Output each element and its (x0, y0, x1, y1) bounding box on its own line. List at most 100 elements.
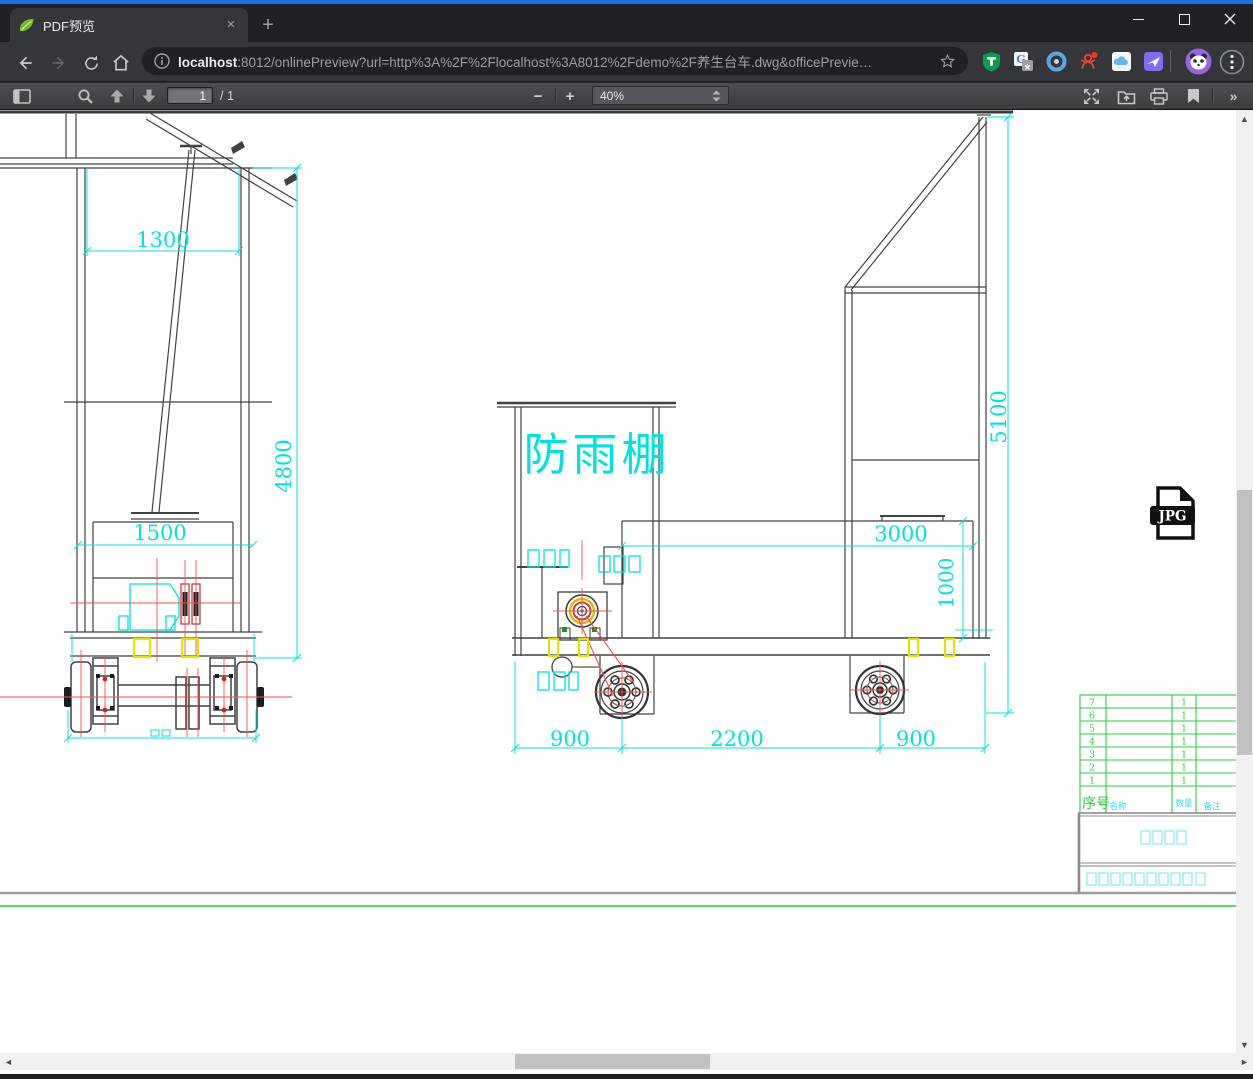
dimension-900-left: 900 (550, 727, 590, 751)
back-button[interactable] (12, 50, 38, 76)
page-down-button[interactable] (138, 87, 160, 105)
vertical-scrollbar[interactable]: ▲ ▼ (1236, 110, 1253, 1053)
scroll-left-arrow[interactable]: ◄ (0, 1053, 17, 1070)
row-qty: 1 (1181, 724, 1187, 735)
row-qty: 1 (1181, 763, 1187, 774)
header-qty: 数量 (1175, 798, 1193, 809)
extension-tampermonkey[interactable] (981, 51, 1002, 72)
row-index: 5 (1089, 724, 1095, 735)
row-qty: 1 (1181, 750, 1187, 761)
spring-leaf-favicon (19, 18, 34, 31)
more-tools-button[interactable]: » (1222, 87, 1244, 105)
select-spinner-icon (712, 90, 721, 101)
window-minimize-button[interactable] (1115, 6, 1161, 32)
extension-translate[interactable]: G (1013, 51, 1034, 72)
window-maximize-button[interactable] (1161, 6, 1207, 32)
jpg-file-icon: JPG (1150, 486, 1195, 540)
sidebar-icon (13, 88, 31, 104)
title-text-placeholders (1086, 830, 1206, 886)
row-qty: 1 (1181, 737, 1187, 748)
browser-tab[interactable]: PDF预览 × (10, 8, 248, 42)
title-block: 7 6 5 4 3 2 1 1 1 1 1 1 1 1 序号 名称 数量 备注 (1077, 694, 1236, 893)
translate-icon: G (1014, 52, 1033, 71)
address-bar[interactable]: localhost:8012/onlinePreview?url=http%3A… (142, 47, 968, 75)
site-info-icon[interactable] (154, 53, 170, 69)
side-view: 防雨棚 3000 1000 5100 900 2200 900 (497, 112, 1014, 754)
open-file-icon (1117, 90, 1135, 104)
row-index: 6 (1089, 711, 1095, 722)
fullscreen-icon (1083, 88, 1099, 104)
print-button[interactable] (1147, 87, 1171, 105)
red-figure-icon (1080, 52, 1098, 70)
extension-red-figure[interactable] (1078, 51, 1099, 72)
minimize-icon (1132, 18, 1144, 20)
row-index: 7 (1089, 698, 1095, 709)
dimension-1500: 1500 (133, 521, 186, 545)
cloud-icon (1112, 52, 1131, 71)
reload-button[interactable] (78, 50, 104, 76)
panda-avatar-icon (1185, 48, 1212, 75)
tab-close-icon[interactable]: × (222, 16, 240, 34)
extension-ring[interactable] (1046, 51, 1067, 72)
dimension-1000: 1000 (934, 558, 958, 609)
pdf-page: 1300 1500 4800 防雨棚 3000 1000 5100 900 22… (0, 110, 1236, 1053)
row-qty: 1 (1181, 776, 1187, 787)
zoom-out-button[interactable]: − (528, 87, 548, 105)
row-qty: 1 (1181, 711, 1187, 722)
dimension-3000: 3000 (874, 522, 927, 546)
bird-icon (1144, 52, 1163, 71)
open-file-button[interactable] (1114, 87, 1138, 105)
zoom-in-button[interactable]: + (560, 87, 580, 105)
window-bottom-edge (0, 1074, 1253, 1079)
find-button[interactable] (74, 87, 96, 105)
url-host: localhost (178, 55, 238, 70)
dimension-900-right: 900 (896, 727, 936, 751)
row-index: 3 (1089, 750, 1095, 761)
horizontal-scrollbar[interactable]: ◄ ► (0, 1053, 1253, 1070)
toggle-sidebar-button[interactable] (11, 87, 33, 105)
scroll-down-arrow[interactable]: ▼ (1236, 1036, 1253, 1053)
toolbar-divider (1170, 50, 1171, 72)
scroll-up-arrow[interactable]: ▲ (1236, 110, 1253, 127)
toolbar-divider (133, 88, 135, 103)
jpg-label: JPG (1157, 509, 1186, 525)
front-view: 1300 1500 4800 (0, 112, 302, 743)
page-number-input[interactable] (167, 87, 213, 104)
url-path: :8012/onlinePreview?url=http%3A%2F%2Floc… (237, 55, 873, 70)
forward-button[interactable] (46, 50, 72, 76)
shield-icon (983, 52, 1000, 72)
kebab-menu-icon (1219, 49, 1245, 75)
extension-bird[interactable] (1143, 51, 1164, 72)
dimension-5100: 5100 (987, 390, 1011, 443)
header-index: 序号 (1082, 796, 1110, 812)
row-qty: 1 (1181, 698, 1187, 709)
forward-arrow-icon (52, 56, 65, 70)
arrow-up-icon (110, 89, 124, 103)
back-arrow-icon (19, 56, 32, 70)
page-up-button[interactable] (106, 87, 128, 105)
search-icon (78, 89, 93, 104)
bookmark-icon (1187, 89, 1199, 103)
vertical-scrollbar-thumb[interactable] (1237, 490, 1252, 755)
page-count-label: / 1 (220, 89, 234, 103)
extension-cloud[interactable] (1111, 51, 1132, 72)
zoom-value: 40% (600, 88, 625, 103)
browser-window: PDF预览 × + localhost:8012/onlinePreview?u… (0, 0, 1253, 1079)
horizontal-scrollbar-thumb[interactable] (515, 1054, 710, 1069)
bookmark-star-icon[interactable] (939, 53, 956, 70)
header-note: 备注 (1203, 801, 1221, 812)
row-index: 2 (1089, 763, 1095, 774)
zoom-select[interactable]: 40% (592, 86, 729, 105)
browser-menu-button[interactable] (1219, 49, 1245, 80)
profile-avatar[interactable] (1185, 48, 1212, 80)
arrow-down-icon (142, 89, 156, 103)
window-close-button[interactable] (1207, 6, 1253, 32)
new-tab-button[interactable]: + (256, 14, 280, 38)
row-index: 4 (1089, 737, 1095, 748)
current-view-button[interactable] (1182, 87, 1204, 105)
row-index: 1 (1089, 776, 1095, 787)
scroll-right-arrow[interactable]: ► (1236, 1053, 1253, 1070)
home-icon (113, 54, 129, 71)
presentation-mode-button[interactable] (1080, 87, 1102, 105)
home-button[interactable] (108, 50, 134, 76)
